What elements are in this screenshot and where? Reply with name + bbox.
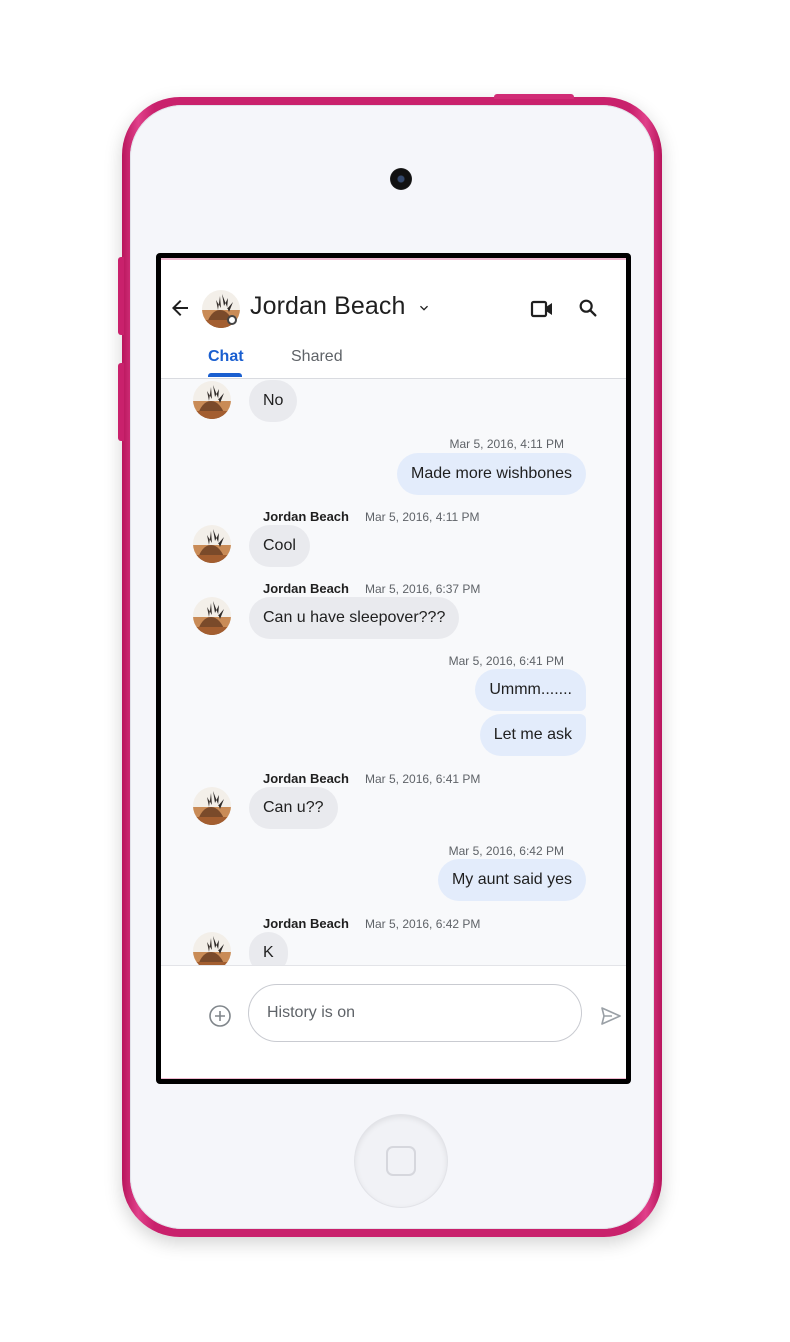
chevron-down-icon[interactable] [416,300,432,316]
contact-name[interactable]: Jordan Beach [250,292,405,321]
tab-chat[interactable]: Chat [208,348,244,366]
message-bubble-incoming[interactable]: No [249,380,298,422]
sender-name: Jordan Beach [263,771,349,786]
message-list: No Mar 5, 2016, 4:11 PM Made more wishbo… [161,379,626,965]
device-screen: Jordan Beach Chat Shared No Mar 5, 2016,… [156,253,631,1084]
message-bubble-incoming[interactable]: K [249,932,288,965]
tab-shared[interactable]: Shared [291,348,343,366]
video-call-icon[interactable] [530,298,554,320]
message-timestamp: Mar 5, 2016, 6:42 PM [448,844,564,858]
sender-avatar [193,932,231,965]
message-bubble-outgoing[interactable]: My aunt said yes [437,859,586,901]
message-bubble-outgoing[interactable]: Made more wishbones [397,453,586,495]
message-input[interactable] [248,984,582,1042]
volume-up-button [118,257,124,335]
message-composer [161,965,626,1079]
message-bubble-incoming[interactable]: Can u?? [249,787,338,829]
back-arrow-icon[interactable] [168,296,192,320]
front-camera [390,168,412,190]
send-icon[interactable] [599,1004,623,1028]
add-attachment-icon[interactable] [208,1004,232,1028]
sender-avatar [193,597,231,635]
power-button [494,94,574,99]
message-timestamp: Mar 5, 2016, 6:41 PM [365,772,481,786]
volume-down-button [118,363,124,441]
message-bubble-incoming[interactable]: Can u have sleepover??? [249,597,460,639]
message-timestamp: Mar 5, 2016, 4:11 PM [449,437,564,451]
message-timestamp: Mar 5, 2016, 6:41 PM [448,654,564,668]
sender-name: Jordan Beach [263,916,349,931]
message-timestamp: Mar 5, 2016, 6:42 PM [365,917,481,931]
message-timestamp: Mar 5, 2016, 6:37 PM [365,582,481,596]
message-timestamp: Mar 5, 2016, 4:11 PM [365,510,480,524]
sender-avatar [193,787,231,825]
message-bubble-outgoing[interactable]: Ummm....... [475,669,586,711]
sender-name: Jordan Beach [263,581,349,596]
sender-avatar [193,525,231,563]
message-bubble-incoming[interactable]: Cool [249,525,310,567]
home-button [355,1115,447,1207]
message-bubble-outgoing[interactable]: Let me ask [479,714,586,756]
chat-app: Jordan Beach Chat Shared No Mar 5, 2016,… [161,258,626,1079]
sender-name: Jordan Beach [263,509,349,524]
chat-header: Jordan Beach Chat Shared [161,258,626,379]
active-tab-indicator [208,373,242,377]
sender-avatar [193,381,231,419]
presence-indicator [227,315,237,325]
search-icon[interactable] [577,297,599,319]
